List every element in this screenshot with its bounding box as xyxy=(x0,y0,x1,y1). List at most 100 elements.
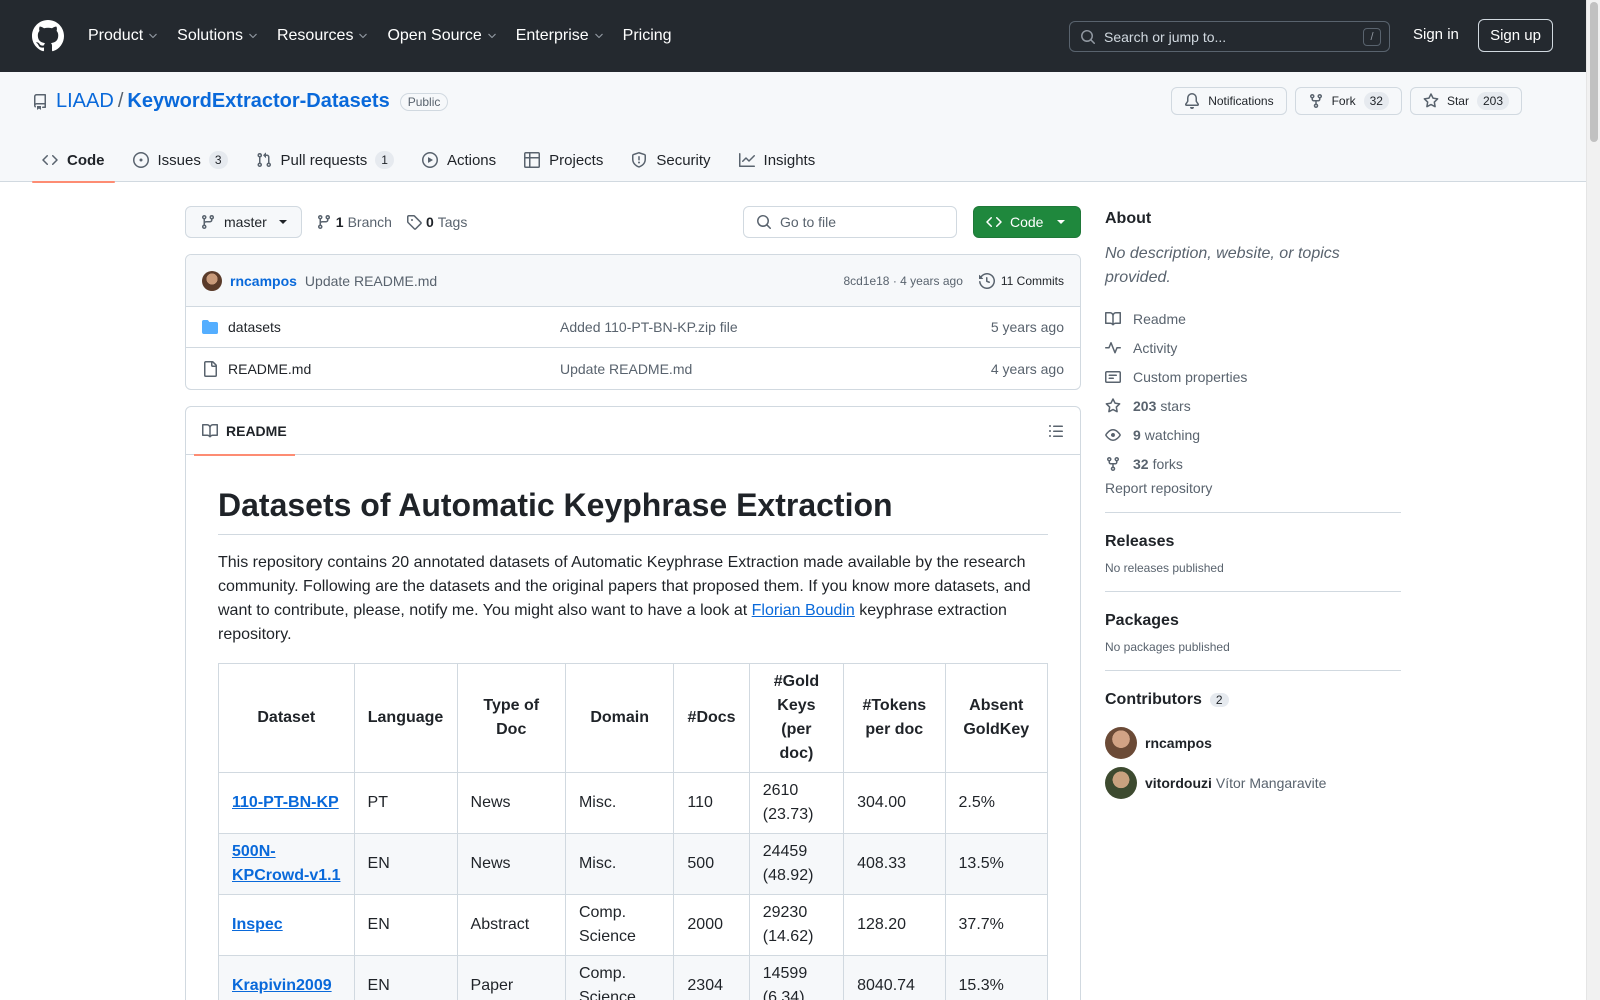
page-scrollbar[interactable] xyxy=(1586,0,1600,1000)
watching-count: 9 xyxy=(1133,426,1141,443)
packages-heading[interactable]: Packages xyxy=(1105,612,1401,630)
folder-icon xyxy=(202,320,218,334)
tab-label: Actions xyxy=(446,151,497,169)
contributor-item[interactable]: rncampos xyxy=(1105,723,1401,763)
report-repository-link[interactable]: Report repository xyxy=(1105,480,1401,496)
nav-pricing[interactable]: Pricing xyxy=(623,27,672,45)
table-cell: 408.33 xyxy=(843,833,946,895)
tab-readme[interactable]: README xyxy=(194,407,295,456)
branch-selector[interactable]: master xyxy=(185,206,302,238)
tab-code[interactable]: Code xyxy=(32,138,115,183)
repo-icon xyxy=(34,93,46,110)
contributors-count: 2 xyxy=(1209,693,1229,707)
repo-owner-link[interactable]: LIAAD xyxy=(56,90,114,113)
global-header: Product Solutions Resources Open Source … xyxy=(0,0,1586,72)
table-cell: 500 xyxy=(673,833,750,895)
file-name-link[interactable]: README.md xyxy=(228,361,560,377)
contributor-item[interactable]: vitordouzi Vítor Mangaravite xyxy=(1105,763,1401,803)
dataset-link[interactable]: Krapivin2009 xyxy=(232,977,332,994)
table-cell: EN xyxy=(353,955,458,1000)
florian-boudin-link[interactable]: Florian Boudin xyxy=(752,602,855,619)
file-row-datasets[interactable]: datasets Added 110-PT-BN-KP.zip file 5 y… xyxy=(186,307,1080,348)
tab-pull-requests[interactable]: Pull requests 1 xyxy=(246,138,404,182)
table-cell: 15.3% xyxy=(944,955,1049,1000)
stars-link[interactable]: 203 stars xyxy=(1105,391,1401,420)
fork-button[interactable]: Fork 32 xyxy=(1294,87,1402,115)
star-icon xyxy=(1105,397,1121,412)
scrollbar-thumb[interactable] xyxy=(1590,2,1598,142)
tab-security[interactable]: Security xyxy=(621,138,720,182)
releases-heading[interactable]: Releases xyxy=(1105,533,1401,551)
go-to-file-input[interactable]: Go to file xyxy=(743,206,957,238)
table-cell: 24459 (48.92) xyxy=(748,833,845,895)
file-name-link[interactable]: datasets xyxy=(228,319,560,335)
readme-tab-label: README xyxy=(226,422,287,439)
readme-intro: This repository contains 20 annotated da… xyxy=(218,551,1048,647)
tags-label: Tags xyxy=(437,214,468,230)
commit-meta-separator: · xyxy=(889,273,901,288)
readme-link[interactable]: Readme xyxy=(1105,304,1401,333)
dataset-link[interactable]: Inspec xyxy=(232,916,283,933)
dataset-link[interactable]: 500N-KPCrowd-v1.1 xyxy=(232,843,340,884)
search-icon xyxy=(757,215,771,229)
dataset-cell: 110-PT-BN-KP xyxy=(218,772,355,834)
main-column: master 1 Branch 0 Tags Go to file Code r… xyxy=(185,206,1081,1000)
search-icon xyxy=(1081,29,1095,44)
commit-hash-link[interactable]: 8cd1e18 xyxy=(843,274,889,288)
file-commit-link[interactable]: Added 110-PT-BN-KP.zip file xyxy=(560,319,991,335)
sign-up-button[interactable]: Sign up xyxy=(1478,19,1553,52)
file-commit-link[interactable]: Update README.md xyxy=(560,361,991,377)
nav-open-source[interactable]: Open Source xyxy=(387,27,497,45)
column-header: #Gold Keys (per doc) xyxy=(748,663,845,773)
chevron-down-icon xyxy=(487,33,496,39)
contributors-heading[interactable]: Contributors 2 xyxy=(1105,691,1401,709)
notifications-button[interactable]: Notifications xyxy=(1171,87,1287,115)
repo-header: LIAAD / KeywordExtractor-Datasets Public… xyxy=(0,72,1586,183)
dataset-link[interactable]: 110-PT-BN-KP xyxy=(232,794,339,811)
file-row-readme[interactable]: README.md Update README.md 4 years ago xyxy=(186,348,1080,389)
custom-properties-link[interactable]: Custom properties xyxy=(1105,362,1401,391)
watchers-link[interactable]: 9 watching xyxy=(1105,420,1401,449)
commit-age: 4 years ago xyxy=(900,273,963,288)
nav-product[interactable]: Product xyxy=(88,27,159,45)
forks-link[interactable]: 32 forks xyxy=(1105,449,1401,478)
nav-enterprise[interactable]: Enterprise xyxy=(516,27,605,45)
tab-actions[interactable]: Actions xyxy=(412,138,506,182)
github-logo-icon[interactable] xyxy=(32,20,64,52)
nav-solutions[interactable]: Solutions xyxy=(177,27,259,45)
book-icon xyxy=(202,423,218,437)
star-button[interactable]: Star 203 xyxy=(1409,87,1522,115)
commit-message-link[interactable]: Update README.md xyxy=(305,273,437,289)
branches-label: Branch xyxy=(347,214,392,230)
sign-in-link[interactable]: Sign in xyxy=(1413,26,1459,43)
activity-link[interactable]: Activity xyxy=(1105,333,1401,362)
commit-author-link[interactable]: rncampos xyxy=(230,273,297,289)
go-to-file-placeholder: Go to file xyxy=(780,214,837,230)
code-dropdown-button[interactable]: Code xyxy=(973,206,1081,238)
book-icon xyxy=(1105,311,1121,325)
readme-panel: README Datasets of Automatic Keyphrase E… xyxy=(185,406,1081,1000)
avatar[interactable] xyxy=(202,270,222,291)
commits-history-link[interactable]: 11 Commits xyxy=(978,272,1064,289)
tags-link[interactable]: 0 Tags xyxy=(406,214,467,230)
chevron-down-icon xyxy=(249,33,257,39)
table-cell: Abstract xyxy=(456,894,566,956)
tab-issues[interactable]: Issues 3 xyxy=(123,138,238,182)
avatar[interactable] xyxy=(1105,767,1137,799)
branches-link[interactable]: 1 Branch xyxy=(316,214,392,230)
pull-requests-count: 1 xyxy=(375,151,394,169)
table-cell: News xyxy=(456,833,566,895)
list-unordered-icon[interactable] xyxy=(1048,423,1064,439)
tab-projects[interactable]: Projects xyxy=(514,138,613,182)
tab-insights[interactable]: Insights xyxy=(729,138,826,182)
search-input[interactable]: Search or jump to... / xyxy=(1069,21,1390,52)
chevron-down-icon xyxy=(149,33,157,39)
caret-down-icon xyxy=(1057,220,1066,224)
nav-resources[interactable]: Resources xyxy=(277,27,369,45)
star-count: 203 xyxy=(1476,92,1509,110)
file-age: 5 years ago xyxy=(990,319,1064,335)
table-cell: Comp. Science xyxy=(564,894,675,956)
packages-empty: No packages published xyxy=(1105,640,1230,654)
avatar[interactable] xyxy=(1105,727,1137,759)
repo-name-link[interactable]: KeywordExtractor-Datasets xyxy=(127,90,389,113)
